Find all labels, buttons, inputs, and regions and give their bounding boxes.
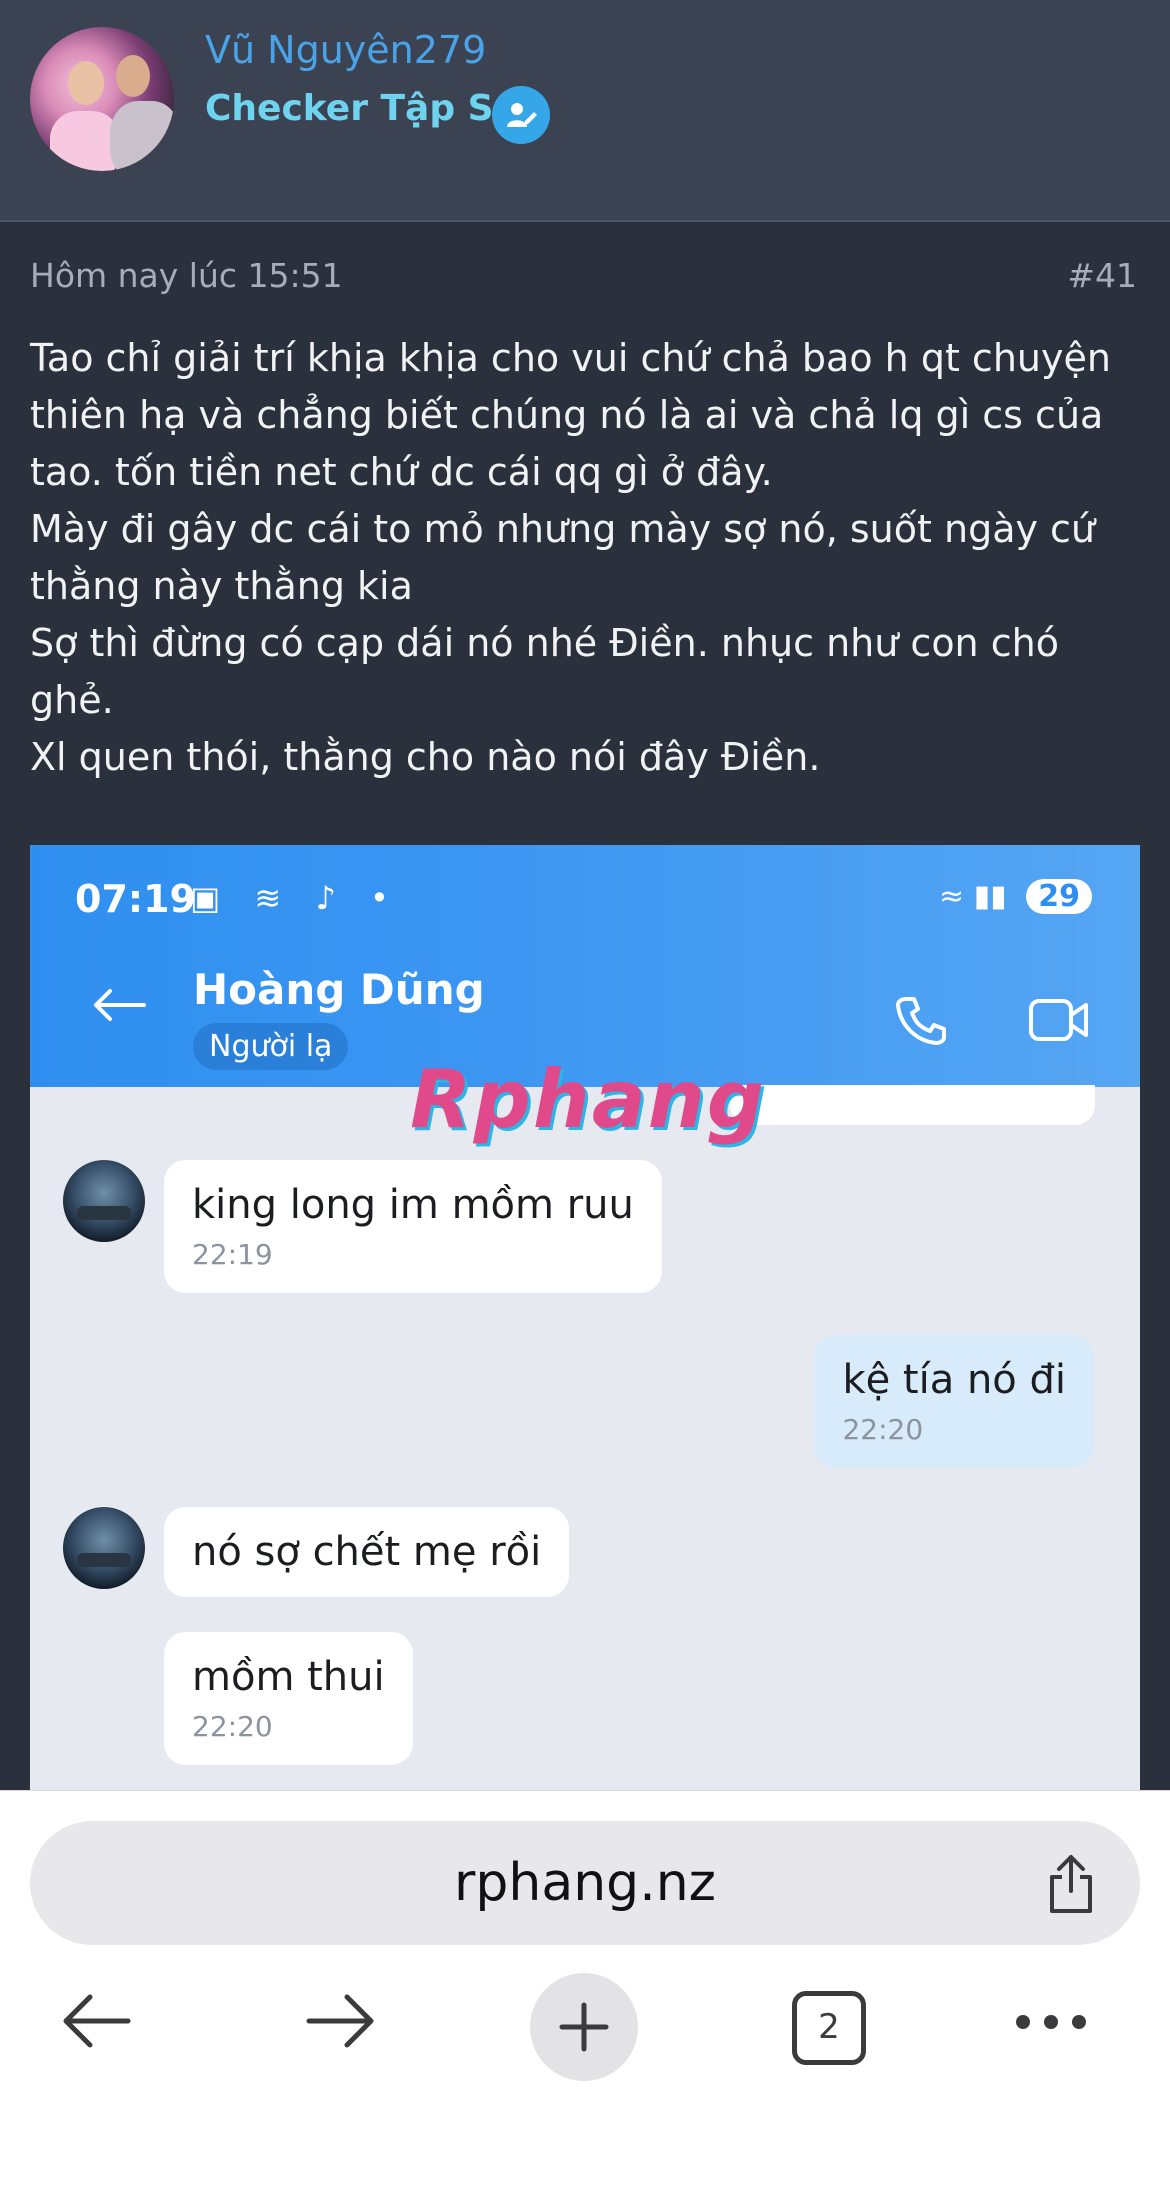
message-text: king long im mồm ruu xyxy=(192,1182,634,1228)
back-arrow-icon xyxy=(90,985,146,1029)
author-avatar[interactable] xyxy=(30,27,174,171)
contact-avatar xyxy=(63,1507,145,1589)
post-author-header: Vũ Nguyên279 Checker Tập Sự xyxy=(0,0,1170,222)
address-bar[interactable]: rphang.nz xyxy=(30,1821,1140,1945)
post-line: thiên hạ và chẳng biết chúng nó là ai và… xyxy=(30,393,1104,437)
message-text: kệ tía nó đi xyxy=(842,1357,1066,1403)
post-line: Tao chỉ giải trí khịa khịa cho vui chứ c… xyxy=(30,336,1111,380)
share-icon[interactable] xyxy=(1044,1853,1098,1919)
chat-header: 07:19 ▣ ≋ ♪ • ≈ ▮▮ 29 Hoàng Dũng Người l… xyxy=(30,845,1140,1087)
video-call-icon xyxy=(1028,995,1090,1049)
status-icons: ▣ ≋ ♪ • xyxy=(190,879,401,917)
url-text[interactable]: rphang.nz xyxy=(30,1853,1140,1913)
partial-message-bubble xyxy=(730,1085,1095,1125)
stranger-tag: Người lạ xyxy=(193,1023,349,1070)
battery-badge: 29 xyxy=(1026,879,1092,914)
more-icon[interactable] xyxy=(1015,2014,1087,2034)
chat-contact-name: Hoàng Dũng xyxy=(193,965,485,1014)
post-line: thằng này thằng kia xyxy=(30,564,413,608)
contact-avatar xyxy=(63,1160,145,1242)
message-bubble: kệ tía nó đi 22:20 xyxy=(814,1335,1094,1468)
wifi-icon: ≈ xyxy=(938,879,965,914)
message-time: 22:20 xyxy=(842,1413,924,1446)
attached-chat-screenshot[interactable]: 07:19 ▣ ≋ ♪ • ≈ ▮▮ 29 Hoàng Dũng Người l… xyxy=(30,845,1140,1790)
post-timestamp: Hôm nay lúc 15:51 xyxy=(30,256,343,295)
verified-user-icon xyxy=(492,86,550,144)
post-line: Xl quen thói, thằng cho nào nói đây Điền… xyxy=(30,735,821,779)
message-text: mồm thui xyxy=(192,1654,385,1700)
signal-icon: ▮▮ xyxy=(973,879,1007,914)
status-right: ≈ ▮▮ 29 xyxy=(939,879,1092,914)
watermark-logo: Rphang xyxy=(410,1053,767,1146)
post-content: Tao chỉ giải trí khịa khịa cho vui chứ c… xyxy=(30,330,1140,786)
message-bubble: king long im mồm ruu 22:19 xyxy=(164,1160,662,1293)
message-text: nó sợ chết mẹ rồi xyxy=(192,1529,542,1575)
browser-toolbar: rphang.nz 2 xyxy=(0,1790,1170,2199)
message-time: 22:20 xyxy=(192,1710,273,1743)
forward-button[interactable] xyxy=(305,1991,377,2055)
author-role: Checker Tập Sự xyxy=(205,88,520,129)
post-permalink[interactable]: #41 xyxy=(1067,256,1137,295)
post-line: Sợ thì đừng có cạp dái nó nhé Điền. nhục… xyxy=(30,621,1072,722)
phone-icon xyxy=(894,993,948,1051)
status-time: 07:19 xyxy=(75,877,196,921)
back-button[interactable] xyxy=(60,1991,132,2055)
message-bubble: mồm thui 22:20 xyxy=(164,1632,413,1765)
message-bubble: nó sợ chết mẹ rồi xyxy=(164,1507,570,1597)
author-username[interactable]: Vũ Nguyên279 xyxy=(205,28,486,72)
new-tab-button[interactable] xyxy=(530,1973,638,2081)
post-line: tao. tốn tiền net chứ dc cái qq gì ở đây… xyxy=(30,450,773,494)
tabs-button[interactable]: 2 xyxy=(792,1991,866,2065)
post-line: Mày đi gây dc cái to mỏ nhưng mày sợ nó,… xyxy=(30,507,1096,551)
message-time: 22:19 xyxy=(192,1238,273,1271)
